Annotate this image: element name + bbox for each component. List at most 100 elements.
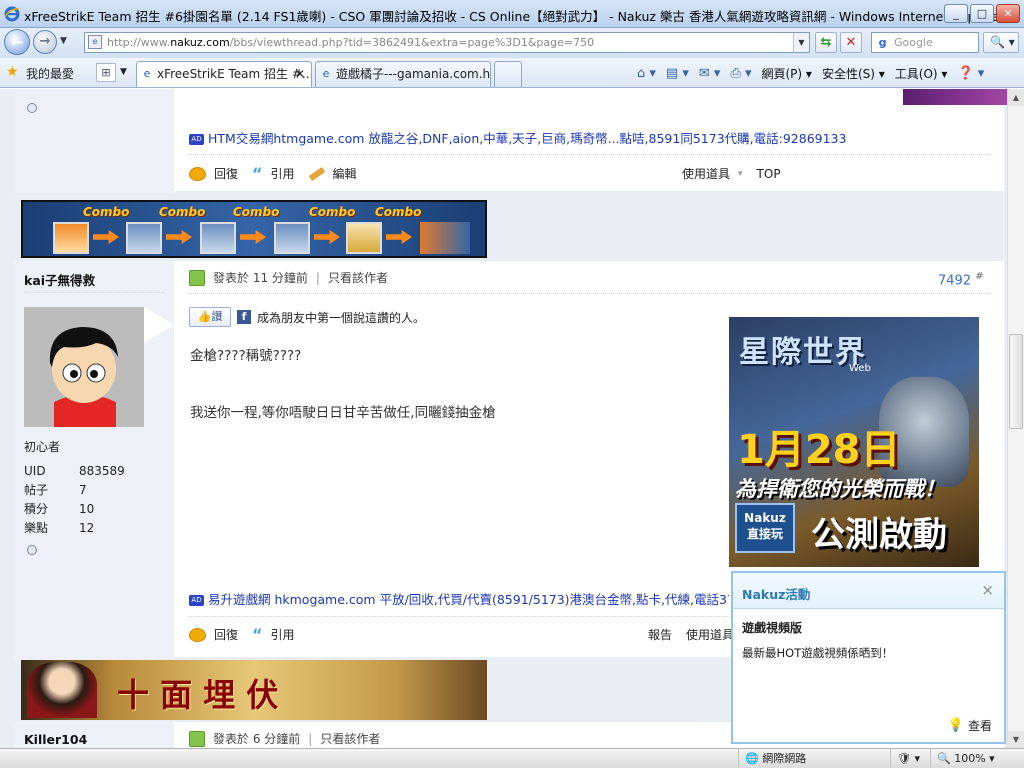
post-ad-link[interactable]: AD 易升遊戲網 hkmogame.com 平放/回收,代買/代賣(8591/51… bbox=[189, 589, 729, 608]
close-button[interactable]: ✕ bbox=[996, 4, 1020, 23]
tab-xfreestrike[interactable]: e xFreeStrikE Team 招生 #... ✕ bbox=[136, 61, 312, 87]
popup-title: Nakuz活動 bbox=[742, 587, 811, 602]
avatar[interactable] bbox=[24, 307, 144, 427]
scroll-down-icon[interactable]: ▼ bbox=[1008, 731, 1024, 748]
maximize-button[interactable]: □ bbox=[970, 4, 994, 23]
page-menu[interactable]: 網頁(P) ▾ bbox=[759, 65, 815, 82]
protected-mode-icon[interactable]: 🛡 ▾ bbox=[890, 749, 930, 768]
tools-menu[interactable]: 工具(O) ▾ bbox=[892, 65, 951, 82]
search-input[interactable]: g Google bbox=[871, 32, 979, 53]
skill-tile bbox=[53, 222, 89, 254]
scroll-up-icon[interactable]: ▲ bbox=[1008, 89, 1024, 106]
close-tab-icon[interactable]: ✕ bbox=[295, 62, 305, 86]
report-button[interactable]: 報告 bbox=[648, 626, 672, 643]
print-icon[interactable]: ⎙ ▾ bbox=[727, 66, 754, 81]
search-button[interactable]: 🔍 ▾ bbox=[983, 32, 1019, 53]
favorites-bar: ★ 我的最愛 ⊞ ▼ e xFreeStrikE Team 招生 #... ✕ … bbox=[0, 58, 1024, 88]
prev-post-sidebar bbox=[14, 89, 174, 193]
tab-label: xFreeStrikE Team 招生 #... bbox=[157, 67, 312, 81]
safety-menu-label: 安全性(S) bbox=[821, 66, 875, 81]
ad-date: 1月28日 bbox=[737, 427, 901, 473]
quote-button[interactable]: “ 引用 bbox=[252, 165, 295, 182]
stat-label: 帖子 bbox=[24, 483, 49, 497]
edit-label: 編輯 bbox=[332, 167, 357, 181]
safety-menu[interactable]: 安全性(S) ▾ bbox=[819, 65, 888, 82]
combo-word: Combo bbox=[233, 205, 280, 219]
prev-post-ad-text[interactable]: HTM交易網htmgame.com 放龍之谷,DNF,aion,中華,天子,巨商… bbox=[208, 131, 846, 146]
post-ad-text[interactable]: 易升遊戲網 hkmogame.com 平放/回收,代買/代賣(8591/5173… bbox=[208, 592, 729, 607]
tab-gamania[interactable]: e 遊戲橘子---gamania.com.hk bbox=[315, 61, 491, 87]
top-ad-image[interactable] bbox=[903, 89, 1007, 105]
address-bar[interactable]: e http://www.nakuz.com/bbs/viewthread.ph… bbox=[84, 32, 810, 53]
favorites-star-icon[interactable]: ★ bbox=[6, 64, 19, 80]
stat-value: 883589 bbox=[79, 464, 125, 478]
popup-view-link[interactable]: 💡 查看 bbox=[948, 717, 992, 734]
zoom-control[interactable]: 🔍 100% ▾ bbox=[930, 749, 1006, 768]
vertical-scrollbar[interactable]: ▲ ▼ bbox=[1007, 89, 1024, 748]
only-author-link[interactable]: 只看該作者 bbox=[328, 269, 388, 286]
nakuz-event-popup: Nakuz活動 × 遊戲視頻版 最新最HOT遊戲視頻係晒到！ 💡 查看 bbox=[731, 571, 1006, 744]
tab-list-dropdown-icon[interactable]: ▼ bbox=[120, 67, 127, 77]
prev-post-ad-link[interactable]: AD HTM交易網htmgame.com 放龍之谷,DNF,aion,中華,天子,… bbox=[189, 128, 846, 147]
help-icon[interactable]: ❓ ▾ bbox=[954, 66, 987, 81]
new-tab-button[interactable] bbox=[494, 61, 522, 87]
arrow-icon bbox=[240, 230, 266, 244]
combo-banner: Combo Combo Combo Combo Combo bbox=[21, 200, 487, 258]
url-domain: nakuz.com bbox=[170, 36, 230, 49]
forward-button[interactable]: → bbox=[33, 30, 57, 54]
stat-row: 樂點 12 bbox=[24, 519, 125, 538]
edit-button[interactable]: 編輯 bbox=[308, 165, 357, 182]
quote-button[interactable]: “ 引用 bbox=[252, 626, 295, 643]
popup-close-icon[interactable]: × bbox=[981, 581, 994, 599]
divider bbox=[188, 154, 990, 155]
post-header: 發表於 11 分鐘前 | 只看該作者 bbox=[189, 269, 388, 286]
online-status-icon bbox=[27, 545, 37, 555]
favorites-label[interactable]: 我的最愛 bbox=[26, 65, 74, 82]
page-menu-label: 網頁(P) bbox=[761, 66, 803, 81]
game-ad-image[interactable]: 星際世界 Web 1月28日 為捍衛您的光榮而戰！ Nakuz 直接玩 公測啟動 bbox=[729, 317, 979, 567]
post-username[interactable]: kai子無得救 bbox=[24, 270, 95, 289]
quote-label: 引用 bbox=[270, 167, 295, 181]
home-icon[interactable]: ⌂ ▾ bbox=[634, 66, 659, 81]
ie-tab-icon: e bbox=[143, 67, 151, 80]
ie-logo-icon bbox=[4, 6, 20, 22]
back-button[interactable]: ← bbox=[4, 29, 30, 55]
post-time: 發表於 6 分鐘前 bbox=[213, 732, 301, 746]
feeds-icon[interactable]: ▤ ▾ bbox=[663, 66, 692, 81]
scroll-thumb[interactable] bbox=[1009, 334, 1023, 429]
use-tools-button[interactable]: 使用道具 ▾ bbox=[682, 165, 743, 182]
like-button[interactable]: 👍讚 bbox=[189, 307, 231, 327]
use-tools-button[interactable]: 使用道具 bbox=[686, 626, 734, 643]
stat-label: 積分 bbox=[24, 502, 49, 516]
page-icon: e bbox=[88, 35, 102, 49]
address-dropdown-icon[interactable]: ▼ bbox=[793, 33, 809, 52]
post-number-suffix: # bbox=[975, 271, 984, 282]
only-author-link[interactable]: 只看該作者 bbox=[320, 730, 380, 747]
skill-tile bbox=[200, 222, 236, 254]
warrior-portrait bbox=[27, 662, 97, 718]
next-post-username[interactable]: Killer104 bbox=[24, 732, 87, 747]
ad-brand-sub: 直接玩 bbox=[746, 527, 783, 541]
header-divider: | bbox=[308, 731, 313, 746]
mail-icon[interactable]: ✉ ▾ bbox=[696, 66, 724, 81]
ad-tag-icon: AD bbox=[189, 134, 204, 145]
top-link[interactable]: TOP bbox=[757, 167, 781, 181]
reply-label: 回復 bbox=[214, 628, 239, 642]
post-number[interactable]: 7492 # bbox=[938, 271, 984, 288]
search-placeholder: Google bbox=[894, 36, 933, 49]
tab-label: 遊戲橘子---gamania.com.hk bbox=[336, 67, 491, 81]
divider bbox=[24, 292, 164, 293]
ie-tab-icon: e bbox=[322, 67, 330, 80]
facebook-like: 👍讚 f 成為朋友中第一個說這讚的人。 bbox=[189, 307, 425, 327]
reply-button[interactable]: 回復 bbox=[189, 626, 238, 643]
title-bar: xFreeStrikE Team 招生 #6掛園名單 (2.14 FS1歲喇) … bbox=[0, 0, 1024, 28]
zone-indicator: 🌐 網際網路 bbox=[738, 749, 890, 768]
zoom-level: 100% bbox=[954, 752, 986, 765]
quick-tabs-icon[interactable]: ⊞ bbox=[96, 63, 116, 82]
arrow-icon bbox=[166, 230, 192, 244]
stop-button[interactable]: ✕ bbox=[840, 32, 862, 53]
refresh-button[interactable]: ⇆ bbox=[815, 32, 837, 53]
reply-button[interactable]: 回復 bbox=[189, 165, 238, 182]
minimize-button[interactable]: _ bbox=[944, 4, 968, 23]
history-dropdown-icon[interactable]: ▼ bbox=[60, 36, 67, 46]
